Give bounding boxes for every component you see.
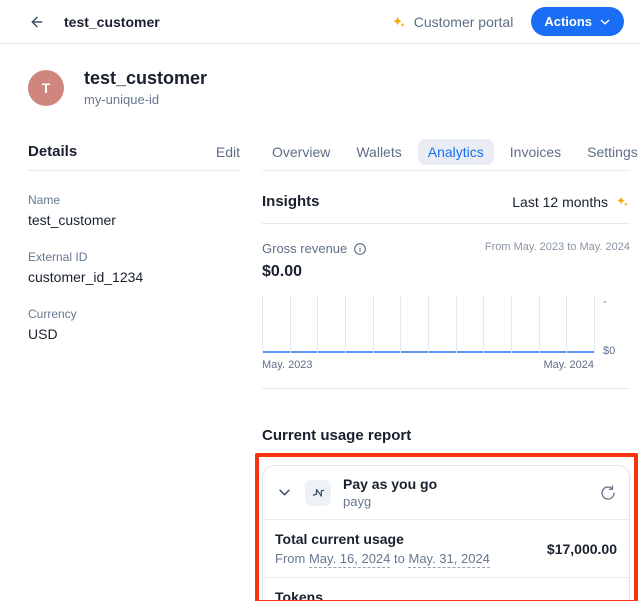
period-start-date[interactable]: May. 16, 2024	[309, 551, 390, 568]
chart-gridline	[345, 296, 346, 353]
chart-x-axis: May. 2023 May. 2024	[262, 359, 630, 371]
field-value: test_customer	[28, 212, 240, 228]
usage-item-row: Tokens openai_tokens	[263, 577, 629, 601]
usage-period: From May. 16, 2024 to May. 31, 2024	[275, 551, 490, 566]
plan-name: Pay as you go	[343, 476, 587, 492]
field-label: Name	[28, 193, 240, 207]
gross-revenue-label: Gross revenue	[262, 241, 347, 256]
chart-gridline	[373, 296, 374, 353]
total-usage-amount: $17,000.00	[547, 541, 617, 557]
collapse-toggle[interactable]	[275, 484, 293, 502]
tab-wallets[interactable]: Wallets	[346, 139, 411, 165]
details-panel: Details Edit Name test_customer External…	[28, 143, 240, 601]
tab-overview[interactable]: Overview	[262, 139, 340, 165]
field-value: USD	[28, 326, 240, 342]
sparkle-icon	[615, 194, 630, 209]
detail-field-external-id: External ID customer_id_1234	[28, 250, 240, 285]
x-tick-end: May. 2024	[543, 359, 594, 371]
page-title: test_customer	[64, 14, 160, 30]
tab-analytics[interactable]: Analytics	[418, 139, 494, 165]
customer-name: test_customer	[84, 68, 207, 89]
chart-plot-area	[262, 296, 594, 353]
detail-field-name: Name test_customer	[28, 193, 240, 228]
total-usage-row: Total current usage From May. 16, 2024 t…	[263, 519, 629, 577]
top-bar: test_customer Customer portal Actions	[0, 0, 640, 44]
actions-label: Actions	[544, 14, 592, 29]
sparkle-icon	[391, 14, 407, 30]
chart-gridline	[317, 296, 318, 353]
tab-settings[interactable]: Settings	[577, 139, 640, 165]
tab-bar: Overview Wallets Analytics Invoices Sett…	[262, 139, 630, 165]
chart-y-axis: - $0	[594, 296, 630, 353]
plan-code: payg	[343, 494, 587, 509]
plan-icon-badge	[305, 480, 331, 506]
y-tick-max: -	[603, 296, 630, 308]
chart-gridline	[566, 296, 567, 353]
details-title: Details	[28, 143, 77, 160]
field-label: Currency	[28, 307, 240, 321]
field-label: External ID	[28, 250, 240, 264]
gross-revenue-chart: - $0	[262, 296, 630, 353]
chart-gridline	[428, 296, 429, 353]
actions-button[interactable]: Actions	[531, 7, 624, 36]
gross-revenue-value: $0.00	[262, 263, 630, 281]
tabs-divider	[262, 170, 630, 171]
usage-report-title: Current usage report	[262, 427, 630, 444]
period-end-date[interactable]: May. 31, 2024	[408, 551, 489, 568]
y-tick-zero: $0	[603, 345, 630, 357]
period-selector[interactable]: Last 12 months	[512, 194, 630, 210]
period-prefix: From	[275, 551, 305, 566]
chevron-down-icon	[277, 485, 292, 500]
detail-field-currency: Currency USD	[28, 307, 240, 342]
pulse-icon	[309, 483, 328, 502]
customer-external-id: my-unique-id	[84, 92, 207, 107]
tab-invoices[interactable]: Invoices	[500, 139, 571, 165]
chart-gridline	[456, 296, 457, 353]
refresh-button[interactable]	[599, 484, 617, 502]
section-divider	[262, 388, 630, 389]
usage-card: Pay as you go payg Total current usage F…	[262, 465, 630, 601]
analytics-panel: Overview Wallets Analytics Invoices Sett…	[262, 143, 630, 601]
chevron-down-icon	[599, 16, 611, 28]
avatar: T	[28, 70, 64, 106]
field-value: customer_id_1234	[28, 269, 240, 285]
customer-identity: T test_customer my-unique-id	[28, 68, 640, 107]
edit-details-link[interactable]: Edit	[216, 144, 240, 160]
chart-gridline	[594, 296, 595, 353]
customer-portal-label: Customer portal	[414, 14, 514, 30]
period-joiner: to	[394, 551, 405, 566]
refresh-icon	[600, 485, 616, 501]
chart-gridline	[400, 296, 401, 353]
chart-gridline	[262, 296, 263, 353]
details-divider	[28, 170, 240, 171]
insights-divider	[262, 223, 630, 224]
chart-date-range: From May. 2023 to May. 2024	[485, 241, 630, 253]
usage-item-name: Tokens	[275, 589, 360, 601]
back-button[interactable]	[26, 11, 48, 33]
arrow-left-icon	[29, 14, 45, 30]
usage-card-header: Pay as you go payg	[263, 466, 629, 519]
period-label: Last 12 months	[512, 194, 608, 210]
info-icon[interactable]	[353, 242, 367, 256]
chart-gridline	[511, 296, 512, 353]
insights-title: Insights	[262, 193, 320, 210]
total-usage-label: Total current usage	[275, 531, 490, 547]
chart-gridline	[290, 296, 291, 353]
customer-portal-link[interactable]: Customer portal	[391, 14, 514, 30]
chart-gridline	[539, 296, 540, 353]
x-tick-start: May. 2023	[262, 359, 313, 371]
chart-gridline	[483, 296, 484, 353]
